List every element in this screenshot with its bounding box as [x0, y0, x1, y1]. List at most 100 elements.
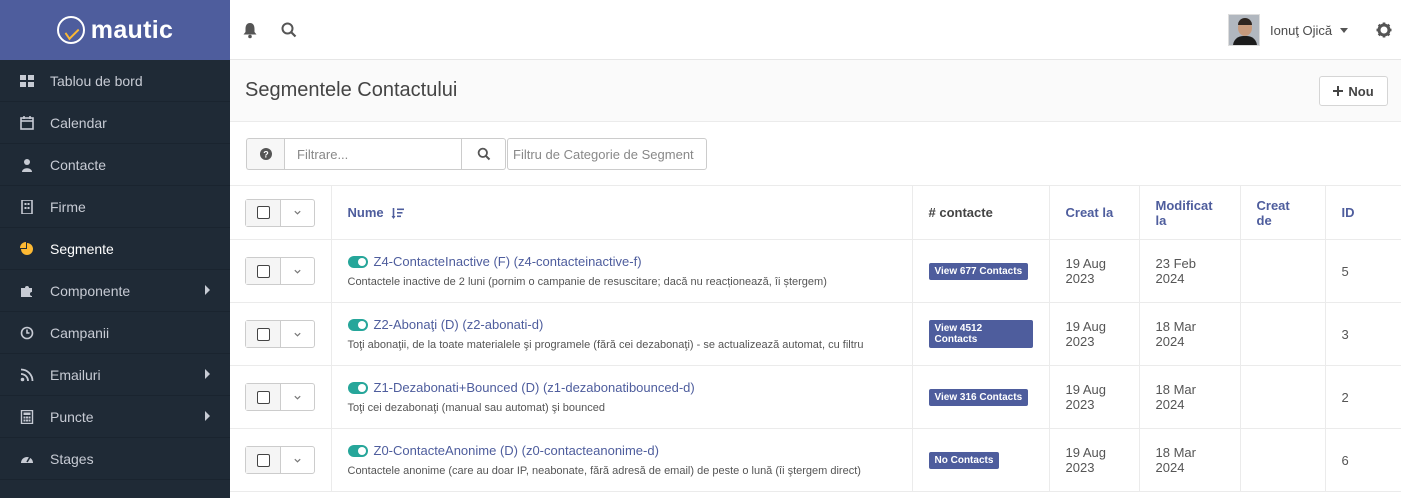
sidebar: mautic Tablou de bord Calendar Contacte … — [0, 0, 230, 498]
row-created-cell: 19 Aug 2023 — [1049, 428, 1140, 492]
chevron-down-icon — [294, 269, 301, 274]
row-checkbox-group[interactable] — [245, 257, 315, 285]
row-created-cell: 19 Aug 2023 — [1049, 365, 1140, 429]
row-checkbox[interactable] — [246, 447, 281, 473]
tachometer-icon — [20, 452, 34, 466]
puzzle-icon — [20, 284, 34, 298]
view-contacts-badge[interactable]: View 4512 Contacts — [928, 320, 1033, 348]
gear-icon[interactable] — [1375, 21, 1393, 39]
publish-toggle[interactable] — [347, 255, 368, 268]
chevron-down-icon — [294, 210, 301, 215]
sidebar-item-companies[interactable]: Firme — [0, 186, 230, 228]
header-id[interactable]: ID — [1325, 185, 1401, 240]
sidebar-item-label: Firme — [50, 198, 86, 215]
segment-link[interactable]: Z1-Dezabonati+Bounced (D) (z1-dezabonati… — [374, 380, 695, 395]
header-created[interactable]: Creat la — [1049, 185, 1140, 240]
header-modified[interactable]: Modificat la — [1139, 185, 1241, 240]
user-icon — [20, 158, 34, 172]
header-created-by[interactable]: Creat de — [1240, 185, 1326, 240]
search-icon[interactable] — [280, 21, 298, 39]
chevron-down-icon — [294, 332, 301, 337]
sidebar-item-dashboard[interactable]: Tablou de bord — [0, 60, 230, 102]
segment-link[interactable]: Z0-ContacteAnonime (D) (z0-contacteanoni… — [374, 443, 659, 458]
bell-icon[interactable] — [241, 21, 259, 39]
sidebar-item-segments[interactable]: Segmente — [0, 228, 230, 270]
sidebar-item-label: Campanii — [50, 324, 110, 341]
calculator-icon — [20, 409, 34, 424]
row-id-cell: 5 — [1325, 239, 1401, 303]
row-checkbox-group[interactable] — [245, 446, 315, 474]
header-name[interactable]: Nume — [331, 185, 913, 240]
publish-toggle[interactable] — [347, 318, 368, 331]
segment-link[interactable]: Z2-Abonaţi (D) (z2-abonati-d) — [374, 317, 544, 332]
sidebar-item-label: Contacte — [50, 156, 107, 173]
row-id-cell: 3 — [1325, 302, 1401, 366]
row-checkbox-group[interactable] — [245, 383, 315, 411]
row-checkbox[interactable] — [246, 384, 281, 410]
segment-link[interactable]: Z4-ContacteInactive (F) (z4-contacteinac… — [374, 254, 642, 269]
table-row: Z2-Abonaţi (D) (z2-abonati-d) Toţi abona… — [230, 302, 1401, 366]
publish-toggle[interactable] — [347, 381, 368, 394]
table-row: Z1-Dezabonati+Bounced (D) (z1-dezabonati… — [230, 365, 1401, 429]
modified-year: 2024 — [1155, 271, 1185, 286]
segment-description: Toţi abonaţii, de la toate materialele ş… — [347, 339, 864, 351]
user-menu[interactable]: Ionuţ Ojică — [1228, 14, 1349, 46]
bulk-actions-dropdown[interactable] — [281, 200, 314, 226]
table-row: Z4-ContacteInactive (F) (z4-contacteinac… — [230, 239, 1401, 303]
chevron-right-icon — [205, 285, 210, 295]
row-checkbox[interactable] — [246, 321, 281, 347]
publish-toggle[interactable] — [347, 444, 368, 457]
chevron-down-icon — [294, 395, 301, 400]
sidebar-item-contacts[interactable]: Contacte — [0, 144, 230, 186]
brand-name: mautic — [90, 15, 174, 44]
sidebar-item-campaigns[interactable]: Campanii — [0, 312, 230, 354]
category-filter-select[interactable]: Filtru de Categorie de Segment — [507, 138, 707, 170]
row-select-cell — [230, 239, 332, 303]
sidebar-item-emails[interactable]: Emailuri — [0, 354, 230, 396]
sidebar-item-components[interactable]: Componente — [0, 270, 230, 312]
modified-date: 18 Mar — [1155, 445, 1196, 460]
row-actions-dropdown[interactable] — [281, 384, 314, 410]
view-contacts-badge[interactable]: View 316 Contacts — [928, 389, 1029, 406]
new-segment-button[interactable]: Nou — [1319, 76, 1388, 106]
select-all-checkbox[interactable] — [246, 199, 281, 226]
row-checkbox-group[interactable] — [245, 320, 315, 348]
view-contacts-badge[interactable]: View 677 Contacts — [928, 263, 1029, 280]
row-select-cell — [230, 365, 332, 429]
chevron-right-icon — [205, 369, 210, 379]
modified-year: 2024 — [1155, 397, 1185, 412]
row-contacts-cell: No Contacts — [912, 428, 1050, 492]
header-contacts: # contacte — [912, 185, 1050, 240]
brand-logo[interactable]: mautic — [0, 0, 230, 60]
select-all-checkbox-group[interactable] — [245, 198, 315, 227]
sidebar-item-calendar[interactable]: Calendar — [0, 102, 230, 144]
sidebar-item-label: Puncte — [50, 408, 94, 425]
dashboard-icon — [20, 74, 34, 88]
row-actions-dropdown[interactable] — [281, 447, 314, 473]
modified-date: 18 Mar — [1155, 319, 1196, 334]
sidebar-item-points[interactable]: Puncte — [0, 396, 230, 438]
search-icon — [477, 147, 490, 161]
created-date: 19 Aug — [1065, 445, 1107, 460]
avatar — [1228, 14, 1260, 46]
sidebar-item-stages[interactable]: Stages — [0, 438, 230, 480]
row-select-cell — [230, 428, 332, 492]
row-created-by-cell — [1240, 428, 1326, 492]
row-actions-dropdown[interactable] — [281, 258, 314, 284]
created-date: 19 Aug — [1065, 319, 1107, 334]
segment-description: Contactele anonime (care au doar IP, nea… — [347, 465, 861, 477]
view-contacts-badge[interactable]: No Contacts — [928, 452, 1000, 469]
created-date: 19 Aug — [1065, 256, 1107, 271]
created-year: 2023 — [1065, 397, 1095, 412]
row-created-by-cell — [1240, 302, 1326, 366]
clock-icon — [20, 326, 34, 340]
sidebar-item-label: Componente — [50, 282, 131, 299]
filter-search-button[interactable] — [462, 138, 506, 170]
page-title: Segmentele Contactului — [245, 79, 458, 101]
filter-input[interactable] — [284, 138, 462, 170]
row-modified-cell: 23 Feb 2024 — [1139, 239, 1241, 303]
row-checkbox[interactable] — [246, 258, 281, 284]
row-actions-dropdown[interactable] — [281, 321, 314, 347]
header-select — [230, 185, 332, 240]
help-button[interactable]: ? — [246, 138, 284, 170]
